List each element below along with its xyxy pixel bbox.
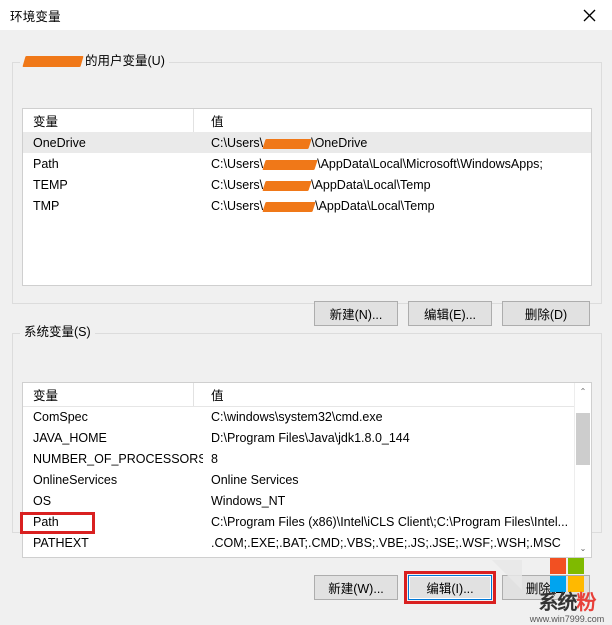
title-bar: 环境变量 (0, 0, 612, 30)
table-row-path[interactable]: Path C:\Program Files (x86)\Intel\iCLS C… (23, 511, 591, 532)
system-variable-value: C:\Program Files (x86)\Intel\iCLS Client… (211, 514, 569, 529)
table-row[interactable]: NUMBER_OF_PROCESSORS 8 (23, 448, 591, 469)
table-row[interactable]: PATHEXT .COM;.EXE;.BAT;.CMD;.VBS;.VBE;.J… (23, 532, 591, 553)
dialog-body: 的用户变量(U) 变量 值 OneDrive C:\Users\ \OneDriv… (0, 30, 612, 624)
system-variable-name: OnlineServices (33, 472, 118, 487)
value-redaction (262, 180, 312, 191)
system-variable-name: OS (33, 493, 52, 508)
system-variable-name: PATHEXT (33, 535, 89, 550)
system-column-header-value[interactable]: 值 (203, 385, 591, 404)
watermark: 系统粉 www.win7999.com (492, 558, 612, 624)
close-button[interactable] (566, 0, 612, 30)
system-variable-value: Windows_NT (211, 493, 286, 508)
system-new-button[interactable]: 新建(W)... (314, 575, 398, 600)
system-list-scrollbar[interactable]: ⌃ ⌄ (574, 383, 591, 557)
table-row[interactable]: ComSpec C:\windows\system32\cmd.exe (23, 406, 591, 427)
user-variable-value: C:\Users\ \AppData\Local\Temp (211, 198, 435, 213)
system-variables-header-row: 变量 值 (23, 383, 591, 407)
system-variable-name: NUMBER_OF_PROCESSORS (33, 451, 203, 466)
user-column-header-value[interactable]: 值 (203, 111, 591, 130)
user-variables-group-title: 的用户变量(U) (20, 54, 169, 68)
table-row[interactable]: JAVA_HOME D:\Program Files\Java\jdk1.8.0… (23, 427, 591, 448)
table-row[interactable]: Path C:\Users\ \AppData\Local\Microsoft\W… (23, 153, 591, 174)
table-row[interactable]: OS Windows_NT (23, 490, 591, 511)
system-variable-name: JAVA_HOME (33, 430, 107, 445)
username-redaction (22, 56, 84, 67)
system-variable-value: Online Services (211, 472, 299, 487)
user-variable-name: TEMP (33, 177, 68, 192)
windows-logo-icon (550, 558, 584, 592)
table-row[interactable]: TEMP C:\Users\ \AppData\Local\Temp (23, 174, 591, 195)
scroll-down-icon[interactable]: ⌄ (575, 540, 591, 557)
system-variable-name: ComSpec (33, 409, 88, 424)
user-variable-value: C:\Users\ \AppData\Local\Temp (211, 177, 431, 192)
user-edit-button[interactable]: 编辑(E)... (408, 301, 492, 326)
value-redaction (262, 159, 318, 170)
close-icon (583, 9, 595, 21)
watermark-title: 系统粉 (538, 592, 597, 614)
user-column-header-name[interactable]: 变量 (23, 111, 203, 130)
system-edit-button[interactable]: 编辑(I)... (408, 575, 492, 600)
user-column-divider[interactable] (193, 109, 194, 132)
table-row[interactable]: OneDrive C:\Users\ \OneDrive (23, 132, 591, 153)
system-variable-value: D:\Program Files\Java\jdk1.8.0_144 (211, 430, 410, 445)
user-variable-name: TMP (33, 198, 60, 213)
user-new-button[interactable]: 新建(N)... (314, 301, 398, 326)
system-variable-value: C:\windows\system32\cmd.exe (211, 409, 383, 424)
watermark-fold-decoration (492, 560, 522, 590)
user-variable-name: Path (33, 156, 59, 171)
user-variables-header-row: 变量 值 (23, 109, 591, 133)
user-variable-value: C:\Users\ \OneDrive (211, 135, 368, 150)
value-redaction (262, 201, 316, 212)
system-column-divider[interactable] (193, 383, 194, 406)
user-variable-name: OneDrive (33, 135, 86, 150)
user-variable-value: C:\Users\ \AppData\Local\Microsoft\Window… (211, 156, 543, 171)
system-variables-group-title: 系统变量(S) (20, 325, 95, 339)
table-row[interactable]: TMP C:\Users\ \AppData\Local\Temp (23, 195, 591, 216)
window-title: 环境变量 (10, 9, 61, 24)
user-delete-button[interactable]: 删除(D) (502, 301, 590, 326)
table-row[interactable]: OnlineServices Online Services (23, 469, 591, 490)
system-variable-value: .COM;.EXE;.BAT;.CMD;.VBS;.VBE;.JS;.JSE;.… (211, 535, 561, 550)
value-redaction (262, 138, 312, 149)
scrollbar-thumb[interactable] (576, 413, 590, 465)
system-variable-name: Path (33, 514, 59, 529)
system-column-header-name[interactable]: 变量 (23, 385, 203, 404)
watermark-url: www.win7999.com (529, 614, 605, 624)
user-variables-list[interactable]: 变量 值 OneDrive C:\Users\ \OneDrive Path C:… (22, 108, 592, 286)
user-variables-group-label: 的用户变量(U) (85, 54, 165, 68)
scroll-up-icon[interactable]: ⌃ (575, 383, 591, 400)
system-variable-value: 8 (211, 451, 218, 466)
system-variables-list[interactable]: 变量 值 ComSpec C:\windows\system32\cmd.exe… (22, 382, 592, 558)
